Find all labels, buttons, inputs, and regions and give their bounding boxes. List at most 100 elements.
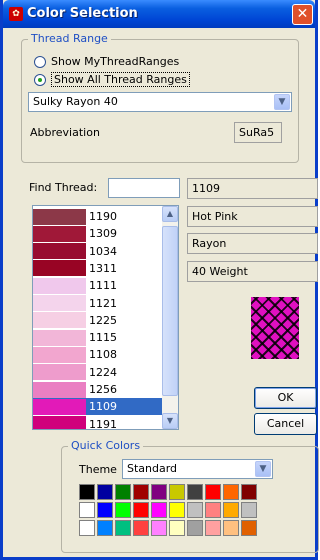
thread-list-item[interactable]: 1311 — [33, 260, 163, 277]
thread-color-swatch — [33, 243, 86, 260]
thread-list-item[interactable]: 1034 — [33, 243, 163, 260]
thread-list-scrollbar[interactable]: ▲ ▼ — [162, 206, 178, 429]
thread-list-item[interactable]: 1224 — [33, 364, 163, 381]
thread-color-swatch — [33, 398, 86, 415]
radio-show-all-thread-ranges[interactable]: Show All Thread Ranges — [34, 72, 190, 87]
thread-number-value: 1109 — [192, 182, 220, 195]
thread-list-item[interactable]: 1309 — [33, 225, 163, 242]
thread-list-item[interactable]: 1111 — [33, 277, 163, 294]
thread-number-field: 1109 — [187, 178, 318, 199]
abbreviation-label: Abbreviation — [30, 126, 100, 139]
radio-show-my-thread-ranges[interactable]: Show MyThreadRanges — [34, 55, 179, 68]
thread-code: 1224 — [89, 365, 117, 379]
thread-range-select[interactable]: Sulky Rayon 40 ▼ — [28, 92, 292, 112]
thread-list-item[interactable]: 1121 — [33, 295, 163, 312]
thread-name-value: Hot Pink — [192, 210, 238, 223]
thread-list-item[interactable]: 1115 — [33, 329, 163, 346]
title-bar[interactable]: ✿ Color Selection ✕ — [3, 0, 315, 28]
quick-color-swatch[interactable] — [115, 502, 131, 518]
quick-color-swatch[interactable] — [187, 502, 203, 518]
window-title: Color Selection — [27, 6, 138, 21]
quick-color-swatch[interactable] — [151, 502, 167, 518]
thread-code: 1311 — [89, 261, 117, 275]
quick-color-swatch[interactable] — [187, 484, 203, 500]
quick-color-swatch[interactable] — [223, 484, 239, 500]
theme-label: Theme — [79, 463, 117, 476]
chevron-down-icon[interactable]: ▼ — [255, 461, 271, 477]
thread-color-swatch — [33, 312, 86, 329]
thread-list[interactable]: 1190 1309 1034 1311 1111 1121 1225 1115 1108 1224… — [32, 205, 179, 430]
thread-code: 1309 — [89, 227, 117, 241]
quick-color-swatch[interactable] — [97, 484, 113, 500]
thread-list-item[interactable]: 1191 — [33, 416, 163, 430]
quick-color-swatch[interactable] — [205, 484, 221, 500]
thread-color-swatch — [33, 208, 86, 225]
quick-color-swatch[interactable] — [241, 484, 257, 500]
thread-list-item[interactable]: 1256 — [33, 381, 163, 398]
quick-color-swatch[interactable] — [223, 520, 239, 536]
thread-name-field: Hot Pink — [187, 206, 318, 227]
quick-color-swatch[interactable] — [169, 520, 185, 536]
quick-color-swatch[interactable] — [241, 520, 257, 536]
thread-code: 1191 — [89, 417, 117, 430]
radio-circle-checked[interactable] — [34, 73, 46, 86]
quick-color-swatch[interactable] — [133, 520, 149, 536]
quick-color-swatch[interactable] — [169, 502, 185, 518]
thread-code: 1190 — [89, 210, 117, 223]
scroll-down-icon[interactable]: ▼ — [162, 413, 178, 429]
thread-range-group: Thread Range Show MyThreadRanges Show Al… — [21, 32, 299, 163]
quick-color-swatch[interactable] — [97, 520, 113, 536]
thread-material-value: Rayon — [192, 237, 227, 250]
quick-colors-legend: Quick Colors — [68, 439, 144, 452]
theme-select[interactable]: Standard ▼ — [122, 459, 273, 479]
close-button[interactable]: ✕ — [292, 4, 313, 25]
color-selection-window: ✿ Color Selection ✕ Thread Range Show My… — [0, 0, 319, 560]
quick-color-swatch[interactable] — [169, 484, 185, 500]
thread-code: 1109 — [89, 400, 117, 414]
quick-color-swatch[interactable] — [79, 502, 95, 518]
scrollbar-thumb[interactable] — [162, 226, 178, 396]
thread-color-swatch — [33, 329, 86, 346]
thread-color-swatch — [33, 381, 86, 398]
thread-range-legend: Thread Range — [28, 32, 111, 45]
thread-list-item[interactable]: 1190 — [33, 208, 163, 225]
thread-list-item[interactable]: 1109 — [33, 398, 163, 416]
radio-circle[interactable] — [34, 55, 46, 68]
quick-color-swatch[interactable] — [79, 484, 95, 500]
quick-color-swatch[interactable] — [205, 502, 221, 518]
thread-code: 1034 — [89, 244, 117, 258]
thread-list-item[interactable]: 1108 — [33, 346, 163, 363]
scroll-up-icon[interactable]: ▲ — [162, 206, 178, 222]
quick-color-swatch[interactable] — [97, 502, 113, 518]
abbreviation-field: SuRa5 — [234, 122, 282, 143]
thread-color-swatch — [33, 260, 86, 277]
thread-range-select-value: Sulky Rayon 40 — [33, 95, 118, 108]
quick-color-swatch[interactable] — [79, 520, 95, 536]
quick-color-swatch[interactable] — [241, 502, 257, 518]
radio-label-my: Show MyThreadRanges — [51, 55, 180, 68]
quick-color-swatch[interactable] — [151, 520, 167, 536]
app-icon: ✿ — [9, 7, 23, 21]
ok-button[interactable]: OK — [254, 387, 317, 409]
cancel-button[interactable]: Cancel — [254, 413, 317, 435]
find-thread-input[interactable] — [108, 178, 180, 198]
thread-preview-swatch — [251, 297, 299, 359]
quick-color-swatch[interactable] — [133, 484, 149, 500]
quick-color-swatch[interactable] — [187, 520, 203, 536]
thread-color-swatch — [33, 225, 86, 242]
thread-weight-field: 40 Weight — [187, 261, 318, 282]
chevron-down-icon[interactable]: ▼ — [274, 94, 290, 110]
quick-color-swatch[interactable] — [133, 502, 149, 518]
thread-color-swatch — [33, 295, 86, 311]
thread-code: 1108 — [89, 348, 117, 362]
quick-color-swatch[interactable] — [223, 502, 239, 518]
quick-color-swatch[interactable] — [151, 484, 167, 500]
quick-color-swatch[interactable] — [115, 520, 131, 536]
quick-color-swatch[interactable] — [115, 484, 131, 500]
abbreviation-value: SuRa5 — [239, 126, 275, 139]
theme-select-value: Standard — [127, 462, 178, 475]
quick-color-swatch[interactable] — [205, 520, 221, 536]
thread-code: 1121 — [89, 296, 117, 310]
thread-code: 1225 — [89, 313, 117, 327]
thread-list-item[interactable]: 1225 — [33, 312, 163, 329]
